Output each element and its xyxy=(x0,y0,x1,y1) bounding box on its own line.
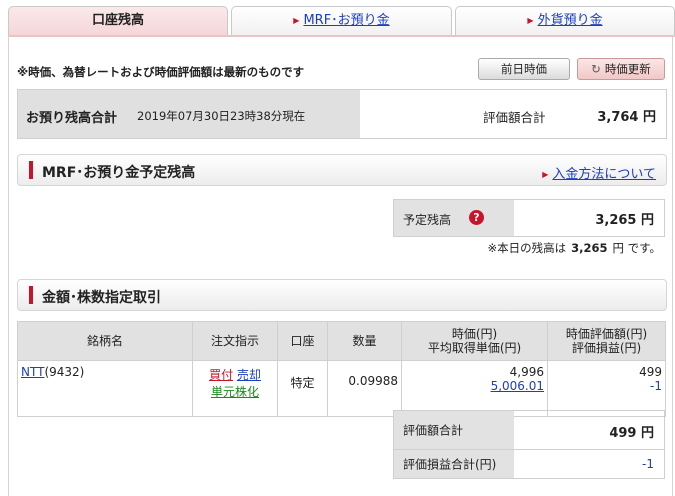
scheduled-balance-label-cell: 予定残高 ? xyxy=(394,200,514,236)
triangle-right-icon: ▶ xyxy=(527,16,534,25)
tab-mrf-deposit-label[interactable]: MRF･お預り金 xyxy=(303,13,389,28)
current-price: 4,996 xyxy=(509,365,544,379)
total-eval-row: 評価額合計 499 円 xyxy=(394,411,664,450)
summary-eval-label: 評価額合計 xyxy=(483,110,546,125)
totals-box: 評価額合計 499 円 評価損益合計(円) -1 xyxy=(393,410,665,479)
triangle-right-icon: ▶ xyxy=(542,170,549,179)
question-circle-icon[interactable]: ? xyxy=(469,210,484,225)
trade-section-title: 金額･株数指定取引 xyxy=(42,290,161,306)
cell-value: 499 -1 xyxy=(547,360,666,417)
refresh-price-button[interactable]: ↻ 時価更新 xyxy=(577,58,665,80)
col-header-account: 口座 xyxy=(277,321,328,361)
mrf-section-header: MRF･お預り金予定残高 ▶ 入金方法について xyxy=(17,154,667,186)
col-header-value-line2: 評価損益(円) xyxy=(571,341,642,355)
col-header-name: 銘柄名 xyxy=(17,321,193,361)
cell-order-actions: 買付 売却 単元株化 xyxy=(192,360,278,417)
price-notice: ※時価、為替レートおよび時価評価額は最新のものです xyxy=(17,65,305,79)
col-header-price-line1: 時価(円) xyxy=(451,327,498,341)
today-balance-note: ※本日の残高は 3,265 円 です。 xyxy=(487,240,661,256)
table-row: NTT(9432) 買付 売却 単元株化 特定 0.09988 4,996 5,… xyxy=(17,360,666,417)
section-marker xyxy=(29,161,33,179)
total-pl-value: -1 xyxy=(642,457,654,471)
summary-eval-value: 3,764 円 xyxy=(597,110,656,125)
stock-name-link[interactable]: NTT xyxy=(21,365,44,379)
sell-link[interactable]: 売却 xyxy=(237,368,261,382)
scheduled-balance-label: 予定残高 xyxy=(403,213,452,227)
tab-account-balance-label: 口座残高 xyxy=(91,13,144,28)
cell-account: 特定 xyxy=(277,360,328,417)
tab-foreign-deposit-label[interactable]: 外貨預り金 xyxy=(538,13,603,28)
avg-price-link[interactable]: 5,006.01 xyxy=(491,379,544,393)
total-pl-label: 評価損益合計(円) xyxy=(403,457,497,472)
section-marker xyxy=(29,286,33,304)
mrf-section-title: MRF･お預り金予定残高 xyxy=(42,165,196,181)
note-suffix: 円 です。 xyxy=(612,241,661,255)
total-eval-label-cell: 評価額合計 xyxy=(394,411,514,449)
scheduled-balance-value: 3,265 円 xyxy=(595,213,654,228)
total-eval-value: 499 円 xyxy=(609,426,654,441)
holdings-table: 銘柄名 注文指示 口座 数量 時価(円) 平均取得単価(円) 時価評価額(円) … xyxy=(17,321,666,417)
cell-quantity: 0.09988 xyxy=(327,360,402,417)
deposit-method-link[interactable]: 入金方法について xyxy=(552,167,656,182)
tab-mrf-deposit[interactable]: ▶ MRF･お預り金 xyxy=(231,6,452,35)
balance-summary: お預り残高合計 2019年07月30日23時38分現在 評価額合計 3,764 … xyxy=(17,89,667,139)
note-prefix: ※本日の残高は xyxy=(487,241,567,255)
buy-link[interactable]: 買付 xyxy=(209,368,233,382)
col-header-value-line1: 時価評価額(円) xyxy=(565,327,648,341)
tab-foreign-deposit[interactable]: ▶ 外貨預り金 xyxy=(455,6,675,35)
col-header-quantity: 数量 xyxy=(327,321,402,361)
cell-stock-name: NTT(9432) xyxy=(17,360,193,417)
triangle-right-icon: ▶ xyxy=(293,16,300,25)
col-header-order: 注文指示 xyxy=(192,321,278,361)
refresh-icon: ↻ xyxy=(591,62,601,76)
summary-title: お預り残高合計 xyxy=(26,111,118,126)
note-amount: 3,265 xyxy=(571,241,608,255)
market-value: 499 xyxy=(639,365,662,379)
stock-code: (9432) xyxy=(44,365,85,379)
total-pl-label-cell: 評価損益合計(円) xyxy=(394,450,514,478)
previous-day-price-button[interactable]: 前日時価 xyxy=(478,58,570,80)
refresh-price-label: 時価更新 xyxy=(604,62,651,76)
deposit-method-link-wrap: ▶ 入金方法について xyxy=(542,163,656,182)
table-header-row: 銘柄名 注文指示 口座 数量 時価(円) 平均取得単価(円) 時価評価額(円) … xyxy=(17,321,666,361)
col-header-price: 時価(円) 平均取得単価(円) xyxy=(401,321,548,361)
unrealized-pl: -1 xyxy=(650,379,662,393)
cell-price: 4,996 5,006.01 xyxy=(401,360,548,417)
scheduled-balance-box: 予定残高 ? 3,265 円 xyxy=(393,199,665,237)
trade-section-header: 金額･株数指定取引 xyxy=(17,279,667,311)
account-tabs: 口座残高 ▶ MRF･お預り金 ▶ 外貨預り金 xyxy=(8,6,675,37)
total-pl-row: 評価損益合計(円) -1 xyxy=(394,450,664,478)
tab-account-balance[interactable]: 口座残高 xyxy=(8,6,228,37)
total-eval-label: 評価額合計 xyxy=(403,423,464,438)
summary-datetime: 2019年07月30日23時38分現在 xyxy=(137,109,306,123)
unit-share-link[interactable]: 単元株化 xyxy=(211,385,259,399)
col-header-value: 時価評価額(円) 評価損益(円) xyxy=(547,321,666,361)
col-header-price-line2: 平均取得単価(円) xyxy=(427,341,522,355)
